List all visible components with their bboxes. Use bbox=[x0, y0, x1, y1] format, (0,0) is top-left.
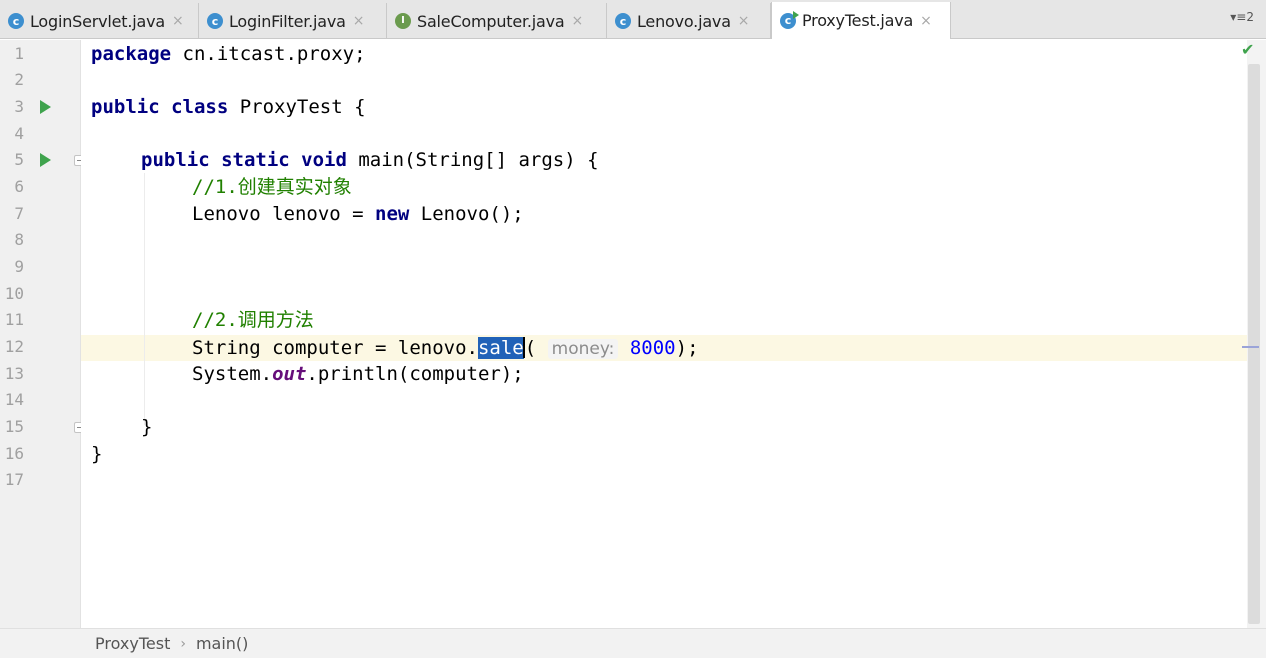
run-class-icon[interactable] bbox=[40, 100, 51, 114]
breadcrumb-method[interactable]: main() bbox=[196, 634, 248, 653]
line-number: 3 bbox=[14, 97, 24, 116]
code-line-13: System.out.println(computer); bbox=[192, 363, 524, 385]
run-main-icon[interactable] bbox=[40, 153, 51, 167]
code-line-16: } bbox=[91, 443, 103, 465]
line-number: 5 bbox=[14, 150, 24, 169]
tab-proxytest[interactable]: c ProxyTest.java × bbox=[771, 2, 951, 39]
line-number: 2 bbox=[14, 70, 24, 89]
breadcrumb: ProxyTest › main() bbox=[0, 628, 1266, 658]
line-number: 10 bbox=[4, 284, 24, 303]
code-line-6: //1.创建真实对象 bbox=[192, 176, 352, 198]
runnable-class-icon: c bbox=[780, 10, 799, 29]
line-number: 11 bbox=[4, 310, 24, 329]
tab-lenovo[interactable]: c Lenovo.java × bbox=[607, 3, 771, 39]
code-line-15: } bbox=[141, 416, 153, 438]
indent-guide bbox=[144, 173, 145, 425]
line-number: 4 bbox=[14, 124, 24, 143]
line-number: 1 bbox=[14, 44, 24, 63]
close-icon[interactable]: × bbox=[353, 13, 365, 29]
tab-label: LoginServlet.java bbox=[30, 11, 165, 31]
interface-icon: I bbox=[395, 13, 411, 29]
line-number: 14 bbox=[4, 390, 24, 409]
line-number: 7 bbox=[14, 204, 24, 223]
line-number: 17 bbox=[4, 470, 24, 489]
close-icon[interactable]: × bbox=[172, 13, 184, 29]
breadcrumb-class[interactable]: ProxyTest bbox=[95, 634, 170, 653]
code-line-12: String computer = lenovo.sale( money: 80… bbox=[192, 337, 699, 359]
code-line-7: Lenovo lenovo = new Lenovo(); bbox=[192, 203, 524, 225]
class-icon: c bbox=[207, 13, 223, 29]
line-number: 6 bbox=[14, 177, 24, 196]
vertical-scrollbar[interactable] bbox=[1248, 64, 1260, 624]
tab-label: LoginFilter.java bbox=[229, 11, 346, 31]
line-number: 15 bbox=[4, 417, 24, 436]
code-line-1: package cn.itcast.proxy; bbox=[91, 43, 366, 65]
tab-loginservlet[interactable]: c LoginServlet.java × bbox=[0, 3, 199, 39]
close-icon[interactable]: × bbox=[920, 13, 932, 29]
code-line-11: //2.调用方法 bbox=[192, 309, 314, 331]
line-number: 9 bbox=[14, 257, 24, 276]
tab-loginfilter[interactable]: c LoginFilter.java × bbox=[199, 3, 387, 39]
tab-label: Lenovo.java bbox=[637, 11, 731, 31]
tab-salecomputer[interactable]: I SaleComputer.java × bbox=[387, 3, 607, 39]
close-icon[interactable]: × bbox=[572, 13, 584, 29]
no-errors-check-icon: ✔ bbox=[1241, 40, 1255, 59]
code-editor[interactable]: package cn.itcast.proxy; public class Pr… bbox=[81, 40, 1247, 628]
line-number-gutter[interactable]: 1 2 3 4 5 6 7 8 9 10 11 12 13 14 15 16 1… bbox=[0, 40, 85, 628]
close-icon[interactable]: × bbox=[738, 13, 750, 29]
tab-label: SaleComputer.java bbox=[417, 11, 565, 31]
line-number: 13 bbox=[4, 364, 24, 383]
tab-list-menu-icon[interactable]: ▾≡2 bbox=[1230, 10, 1254, 24]
breadcrumb-separator: › bbox=[180, 635, 186, 652]
selected-text: sale bbox=[477, 337, 524, 359]
editor-tab-bar: c LoginServlet.java × c LoginFilter.java… bbox=[0, 0, 1266, 39]
parameter-hint: money: bbox=[547, 339, 619, 359]
line-number: 8 bbox=[14, 230, 24, 249]
line-number: 16 bbox=[4, 444, 24, 463]
code-line-3: public class ProxyTest { bbox=[91, 96, 366, 118]
class-icon: c bbox=[615, 13, 631, 29]
class-icon: c bbox=[8, 13, 24, 29]
caret-position-marker[interactable] bbox=[1242, 346, 1259, 348]
tab-label: ProxyTest.java bbox=[802, 11, 914, 30]
line-number: 12 bbox=[4, 337, 24, 356]
code-line-5: public static void main(String[] args) { bbox=[141, 149, 599, 171]
